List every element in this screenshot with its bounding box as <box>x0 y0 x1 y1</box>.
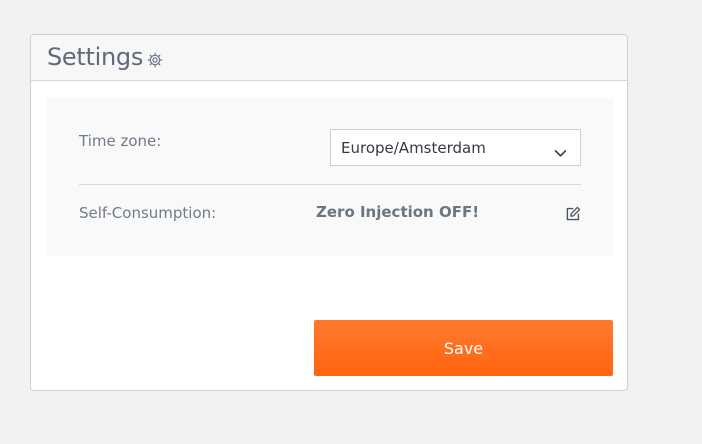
settings-panel: Time zone: Europe/Amsterdam Self-Consump… <box>47 98 613 256</box>
row-divider <box>79 184 581 185</box>
time-zone-selected-value: Europe/Amsterdam <box>341 139 486 157</box>
edit-icon[interactable] <box>565 206 581 222</box>
time-zone-select[interactable]: Europe/Amsterdam <box>330 129 581 166</box>
self-consumption-value: Zero Injection OFF! <box>316 203 480 221</box>
gear-icon <box>147 52 163 68</box>
time-zone-label: Time zone: <box>79 132 162 150</box>
settings-header: Settings <box>31 35 627 81</box>
settings-card: Settings Time zone: Europe/Amsterdam Sel… <box>30 34 628 391</box>
page-title: Settings <box>47 43 144 71</box>
chevron-down-icon <box>554 143 567 157</box>
self-consumption-label: Self-Consumption: <box>79 204 217 222</box>
save-button[interactable]: Save <box>314 320 613 376</box>
